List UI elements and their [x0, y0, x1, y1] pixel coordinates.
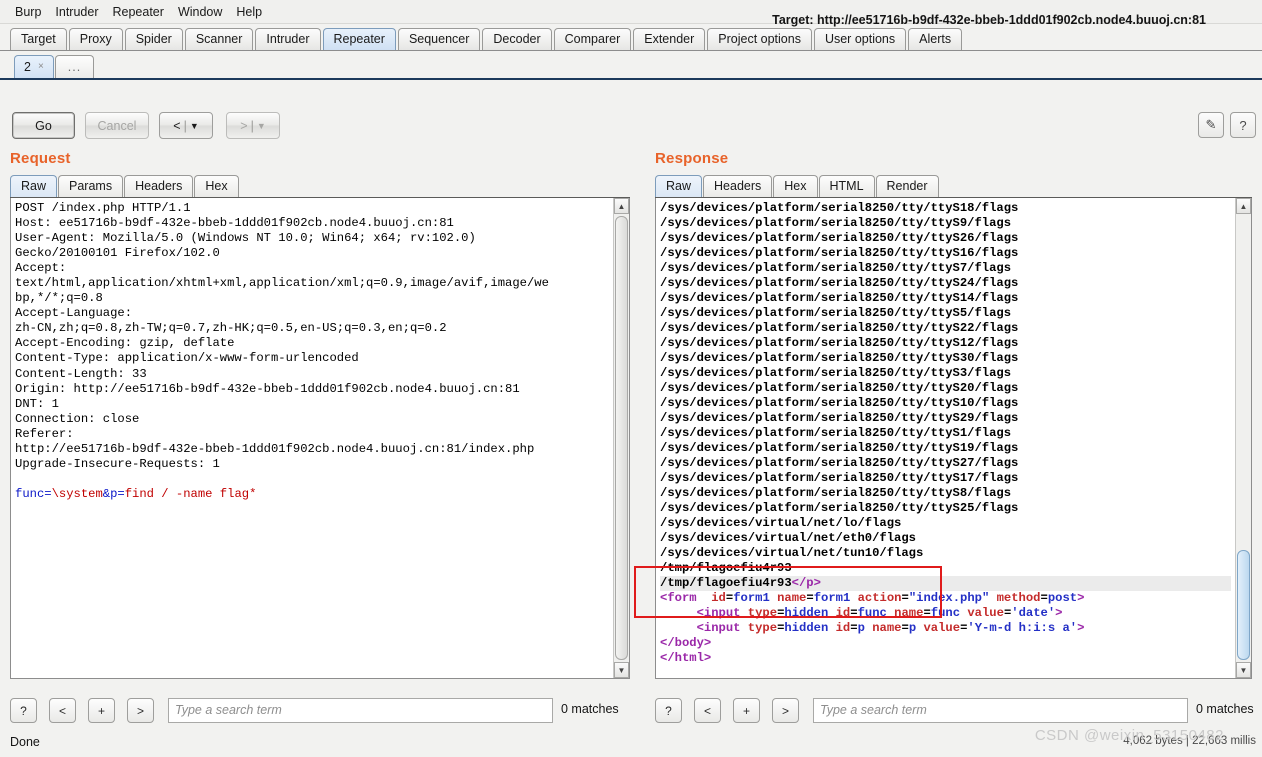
- status-text: Done: [10, 735, 40, 749]
- tab-scanner[interactable]: Scanner: [184, 28, 254, 50]
- response-search-add-button[interactable]: +: [733, 698, 760, 723]
- scroll-down-icon-2[interactable]: ▼: [1236, 662, 1251, 678]
- request-scrollbar[interactable]: ▲ ▼: [613, 198, 629, 678]
- response-tab-strip: Raw Headers Hex HTML Render: [655, 175, 1252, 198]
- scroll-up-icon-2[interactable]: ▲: [1236, 198, 1251, 214]
- repeater-tab-strip: 2 × ...: [0, 51, 1262, 80]
- tab-project-options[interactable]: Project options: [707, 28, 812, 50]
- response-search-next-button[interactable]: >: [772, 698, 799, 723]
- back-button[interactable]: < | ▼: [159, 112, 213, 139]
- repeater-tab-2[interactable]: 2 ×: [14, 55, 54, 78]
- cancel-button[interactable]: Cancel: [85, 112, 149, 139]
- response-search-help-button[interactable]: ?: [655, 698, 682, 723]
- request-tab-params[interactable]: Params: [58, 175, 124, 197]
- response-tab-headers[interactable]: Headers: [703, 175, 773, 197]
- response-raw-text: /sys/devices/platform/serial8250/tty/tty…: [660, 201, 1231, 666]
- tab-comparer[interactable]: Comparer: [553, 28, 632, 50]
- menu-item-repeater[interactable]: Repeater: [106, 3, 171, 21]
- repeater-tab-new[interactable]: ...: [54, 55, 95, 78]
- response-tab-render[interactable]: Render: [875, 175, 939, 197]
- forward-arrow-icon: >: [240, 118, 248, 133]
- scroll-up-icon[interactable]: ▲: [614, 198, 629, 214]
- back-arrow-icon: <: [173, 118, 181, 133]
- target-url-label: Target: http://ee51716b-b9df-432e-bbeb-1…: [772, 13, 1206, 27]
- request-raw-text: POST /index.php HTTP/1.1 Host: ee51716b-…: [15, 201, 549, 501]
- tab-alerts[interactable]: Alerts: [908, 28, 963, 50]
- tab-proxy[interactable]: Proxy: [68, 28, 123, 50]
- scroll-down-icon[interactable]: ▼: [614, 662, 629, 678]
- request-pane: Request Raw Params Headers Hex POST /ind…: [10, 150, 630, 679]
- tab-decoder[interactable]: Decoder: [482, 28, 552, 50]
- request-search-help-button[interactable]: ?: [10, 698, 37, 723]
- tab-target[interactable]: Target: [10, 28, 67, 50]
- tab-repeater[interactable]: Repeater: [322, 28, 396, 50]
- menu-item-window[interactable]: Window: [171, 3, 229, 21]
- response-tab-hex[interactable]: Hex: [773, 175, 818, 197]
- request-tab-raw[interactable]: Raw: [10, 175, 58, 197]
- response-tab-raw[interactable]: Raw: [655, 175, 703, 197]
- request-scroll-thumb[interactable]: [615, 216, 628, 660]
- response-scroll-thumb[interactable]: [1237, 550, 1250, 660]
- close-icon[interactable]: ×: [38, 56, 44, 78]
- request-search-prev-button[interactable]: <: [49, 698, 76, 723]
- request-title: Request: [10, 150, 71, 167]
- chevron-down-icon[interactable]: ▼: [190, 121, 199, 131]
- response-tab-html[interactable]: HTML: [818, 175, 875, 197]
- tab-spider[interactable]: Spider: [124, 28, 183, 50]
- tab-intruder[interactable]: Intruder: [255, 28, 321, 50]
- response-match-count: 0 matches: [1196, 702, 1254, 716]
- response-search-bar: ? < + > Type a search term 0 matches: [655, 698, 1262, 724]
- tab-sequencer[interactable]: Sequencer: [397, 28, 481, 50]
- split-divider-2: |: [250, 118, 254, 133]
- tab-extender[interactable]: Extender: [633, 28, 706, 50]
- go-button[interactable]: Go: [12, 112, 75, 139]
- main-tab-strip: Target Proxy Spider Scanner Intruder Rep…: [0, 24, 1262, 51]
- tab-user-options[interactable]: User options: [813, 28, 907, 50]
- repeater-tab-label: 2: [24, 60, 31, 74]
- response-search-prev-button[interactable]: <: [694, 698, 721, 723]
- request-tab-headers[interactable]: Headers: [124, 175, 194, 197]
- split-divider: |: [183, 118, 187, 133]
- menu-item-intruder[interactable]: Intruder: [48, 3, 105, 21]
- forward-button[interactable]: > | ▼: [226, 112, 280, 139]
- chevron-down-icon-2[interactable]: ▼: [257, 121, 266, 131]
- request-tab-hex[interactable]: Hex: [194, 175, 239, 197]
- request-tab-strip: Raw Params Headers Hex: [10, 175, 630, 198]
- request-search-bar: ? < + > Type a search term 0 matches: [10, 698, 630, 724]
- request-search-add-button[interactable]: +: [88, 698, 115, 723]
- edit-target-button[interactable]: ✎: [1198, 112, 1224, 138]
- request-editor[interactable]: POST /index.php HTTP/1.1 Host: ee51716b-…: [10, 198, 630, 679]
- burp-suite-window: Burp Intruder Repeater Window Help Targe…: [0, 0, 1262, 757]
- response-editor[interactable]: /sys/devices/platform/serial8250/tty/tty…: [655, 198, 1252, 679]
- response-pane: Response Raw Headers Hex HTML Render /sy…: [655, 150, 1252, 679]
- target-help-button[interactable]: ?: [1230, 112, 1256, 138]
- watermark-text: CSDN @weixin_53150482: [1034, 727, 1224, 744]
- response-title: Response: [655, 150, 729, 167]
- request-search-next-button[interactable]: >: [127, 698, 154, 723]
- request-search-input[interactable]: Type a search term: [168, 698, 553, 723]
- response-search-input[interactable]: Type a search term: [813, 698, 1188, 723]
- response-scrollbar[interactable]: ▲ ▼: [1235, 198, 1251, 678]
- menu-item-help[interactable]: Help: [229, 3, 269, 21]
- request-match-count: 0 matches: [561, 702, 619, 716]
- menu-item-burp[interactable]: Burp: [8, 3, 48, 21]
